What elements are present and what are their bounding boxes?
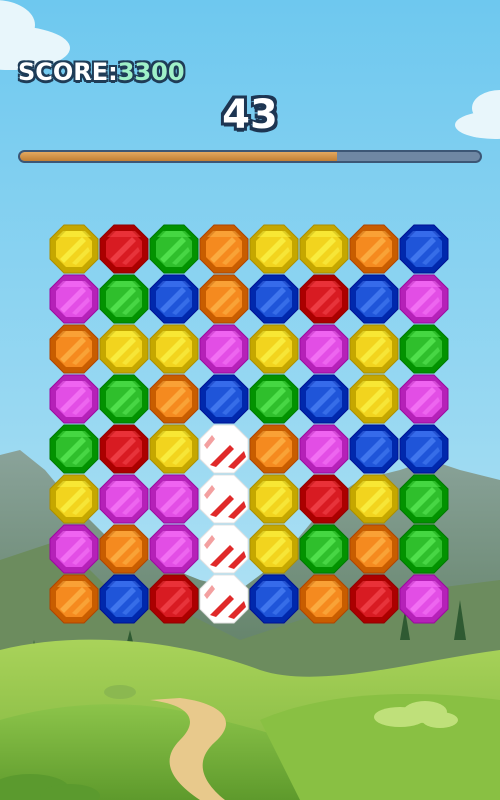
gem-blue[interactable] — [249, 574, 299, 624]
gem-magenta[interactable] — [299, 324, 349, 374]
gem-magenta[interactable] — [199, 324, 249, 374]
gem-yellow[interactable] — [249, 324, 299, 374]
gem-magenta[interactable] — [49, 374, 99, 424]
gem-white-bomb[interactable] — [199, 424, 249, 474]
gem-yellow[interactable] — [349, 374, 399, 424]
gem-red[interactable] — [99, 224, 149, 274]
gem-blue[interactable] — [349, 424, 399, 474]
gem-blue[interactable] — [399, 424, 449, 474]
gem-magenta[interactable] — [399, 374, 449, 424]
gem-blue[interactable] — [199, 374, 249, 424]
gem-green[interactable] — [99, 374, 149, 424]
gem-blue[interactable] — [149, 274, 199, 324]
gem-blue[interactable] — [99, 574, 149, 624]
gem-red[interactable] — [299, 474, 349, 524]
gem-magenta[interactable] — [399, 574, 449, 624]
gem-yellow[interactable] — [49, 224, 99, 274]
gem-orange[interactable] — [99, 524, 149, 574]
gem-orange[interactable] — [199, 224, 249, 274]
gem-yellow[interactable] — [249, 524, 299, 574]
game-screen: SCORE:3300 43 — [0, 0, 500, 800]
gem-orange[interactable] — [299, 574, 349, 624]
gem-orange[interactable] — [349, 524, 399, 574]
gem-blue[interactable] — [299, 374, 349, 424]
gem-white-bomb[interactable] — [199, 474, 249, 524]
gem-yellow[interactable] — [249, 474, 299, 524]
gem-magenta[interactable] — [149, 474, 199, 524]
gem-green[interactable] — [399, 524, 449, 574]
gem-yellow[interactable] — [249, 224, 299, 274]
gem-green[interactable] — [399, 474, 449, 524]
gem-orange[interactable] — [199, 274, 249, 324]
gem-blue[interactable] — [399, 224, 449, 274]
gem-green[interactable] — [299, 524, 349, 574]
gem-red[interactable] — [299, 274, 349, 324]
gem-yellow[interactable] — [349, 474, 399, 524]
gem-magenta[interactable] — [99, 474, 149, 524]
gem-yellow[interactable] — [149, 324, 199, 374]
gem-blue[interactable] — [249, 274, 299, 324]
gem-magenta[interactable] — [399, 274, 449, 324]
gem-green[interactable] — [49, 424, 99, 474]
gem-magenta[interactable] — [299, 424, 349, 474]
gem-blue[interactable] — [349, 274, 399, 324]
gem-orange[interactable] — [49, 574, 99, 624]
gem-yellow[interactable] — [49, 474, 99, 524]
gem-magenta[interactable] — [49, 274, 99, 324]
gem-orange[interactable] — [349, 224, 399, 274]
gem-orange[interactable] — [149, 374, 199, 424]
gem-white-bomb[interactable] — [199, 524, 249, 574]
gem-white-bomb[interactable] — [199, 574, 249, 624]
gem-yellow[interactable] — [149, 424, 199, 474]
gem-orange[interactable] — [249, 424, 299, 474]
gem-green[interactable] — [149, 224, 199, 274]
gem-orange[interactable] — [49, 324, 99, 374]
gem-green[interactable] — [399, 324, 449, 374]
gem-yellow[interactable] — [349, 324, 399, 374]
gem-magenta[interactable] — [149, 524, 199, 574]
gem-yellow[interactable] — [299, 224, 349, 274]
gem-green[interactable] — [249, 374, 299, 424]
gem-board — [49, 224, 449, 624]
gem-magenta[interactable] — [49, 524, 99, 574]
gem-green[interactable] — [99, 274, 149, 324]
gem-red[interactable] — [149, 574, 199, 624]
gem-red[interactable] — [349, 574, 399, 624]
gem-yellow[interactable] — [99, 324, 149, 374]
gem-red[interactable] — [99, 424, 149, 474]
